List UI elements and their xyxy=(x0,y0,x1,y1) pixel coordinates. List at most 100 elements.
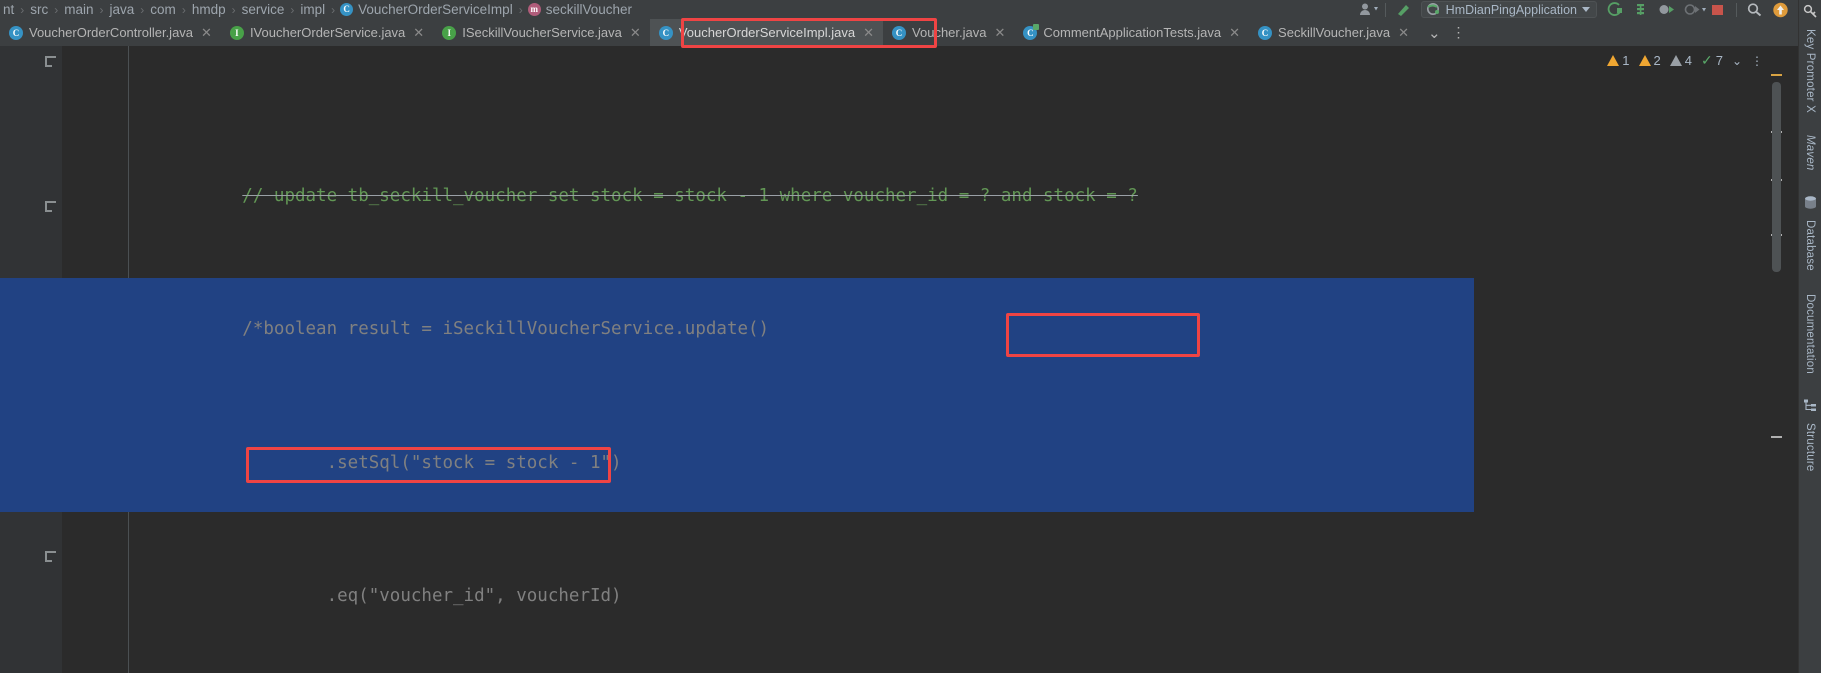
run-with-coverage-icon[interactable] xyxy=(1684,2,1706,17)
breadcrumb-item-5[interactable]: hmdp xyxy=(191,2,227,17)
close-icon[interactable]: ✕ xyxy=(413,25,424,41)
close-icon[interactable]: ✕ xyxy=(1229,25,1240,41)
interface-icon: I xyxy=(229,25,244,40)
key-promoter-icon[interactable] xyxy=(1803,4,1818,19)
chevron-down-icon[interactable]: ⌄ xyxy=(1428,24,1441,42)
toolbar-divider xyxy=(1384,2,1386,17)
breadcrumb-sep: › xyxy=(231,2,236,17)
editor-tab-Voucher[interactable]: C Voucher.java ✕ xyxy=(883,19,1015,46)
rerun-icon[interactable] xyxy=(1606,2,1623,17)
fold-marker-icon[interactable] xyxy=(45,201,56,212)
right-tool-window-bar: Key Promoter X Maven Database Documentat… xyxy=(1798,0,1821,673)
close-icon[interactable]: ✕ xyxy=(630,25,641,41)
breadcrumb-sep: › xyxy=(181,2,186,17)
close-icon[interactable]: ✕ xyxy=(201,25,212,41)
breadcrumb-item-3[interactable]: java xyxy=(109,2,136,17)
user-dropdown-icon[interactable] xyxy=(1359,2,1378,17)
code-line[interactable]: // update tb_seckill_voucher set stock =… xyxy=(62,146,1821,206)
weak-warning-count-label: 2 xyxy=(1653,53,1661,68)
close-icon[interactable]: ✕ xyxy=(994,25,1005,41)
breadcrumb-item-6[interactable]: service xyxy=(241,2,286,17)
inspection-widget[interactable]: 1 2 4 ✓ 7 ⌄ ⋮ xyxy=(1607,52,1763,69)
ok-count-label: 7 xyxy=(1715,53,1723,68)
close-icon[interactable]: ✕ xyxy=(863,25,874,41)
breadcrumb-item-7[interactable]: impl xyxy=(299,2,326,17)
code-line-text: .setSql("stock = stock - 1") xyxy=(242,452,622,473)
breadcrumb-item-8[interactable]: VoucherOrderServiceImpl xyxy=(357,2,514,17)
editor-tab-CommentApplicationTests[interactable]: C CommentApplicationTests.java ✕ xyxy=(1014,19,1250,46)
debug-icon[interactable] xyxy=(1658,2,1675,17)
tool-window-maven[interactable]: Maven xyxy=(1804,135,1816,171)
chevron-down-icon[interactable] xyxy=(1582,7,1590,12)
class-icon: C xyxy=(9,25,23,40)
breadcrumb-sep: › xyxy=(20,2,25,17)
breadcrumb-item-0[interactable]: nt xyxy=(2,2,15,17)
class-icon: C xyxy=(1258,25,1273,40)
method-icon: m xyxy=(527,3,541,16)
toolbar-divider xyxy=(1736,2,1737,17)
code-content[interactable]: // update tb_seckill_voucher set stock =… xyxy=(62,46,1821,673)
fold-marker-icon[interactable] xyxy=(45,56,56,67)
chevron-down-icon[interactable]: ⌄ xyxy=(1732,54,1742,68)
code-line[interactable]: /*boolean result = iSeckillVoucherServic… xyxy=(62,280,1821,339)
breadcrumb: nt › src › main › java › com › hmdp › se… xyxy=(0,2,633,17)
breadcrumb-sep: › xyxy=(518,2,523,17)
editor-tab-IVoucherOrderService[interactable]: I IVoucherOrderService.java ✕ xyxy=(220,19,434,46)
hammer-build-icon[interactable] xyxy=(1632,2,1649,17)
tab-label: VoucherOrderController.java xyxy=(29,25,194,40)
navigation-bar: nt › src › main › java › com › hmdp › se… xyxy=(0,0,1821,19)
editor-tab-ISeckillVoucherService[interactable]: I ISeckillVoucherService.java ✕ xyxy=(433,19,650,46)
spring-boot-icon xyxy=(1426,3,1439,15)
breadcrumb-item-9[interactable]: seckillVoucher xyxy=(545,2,633,17)
structure-icon[interactable] xyxy=(1803,398,1818,413)
run-configuration-selector[interactable]: HmDianPingApplication xyxy=(1420,1,1597,18)
test-class-icon: C xyxy=(1023,23,1040,40)
editor-tab-bar: C VoucherOrderController.java ✕ I IVouch… xyxy=(0,19,1821,46)
editor-tab-VoucherOrderServiceImpl[interactable]: C VoucherOrderServiceImpl.java ✕ xyxy=(649,19,884,46)
warning-count-label: 1 xyxy=(1622,53,1630,68)
code-line[interactable]: .eq("voucher_id", voucherId) xyxy=(62,547,1821,606)
class-icon: C xyxy=(340,3,354,16)
code-editor[interactable]: 1 2 4 ✓ 7 ⌄ ⋮ // update tb_seckill_vouch… xyxy=(0,46,1821,673)
warning-count[interactable]: 1 xyxy=(1607,53,1630,68)
tab-label: VoucherOrderServiceImpl.java xyxy=(678,25,856,40)
breadcrumb-sep: › xyxy=(140,2,145,17)
code-line[interactable]: .setSql("stock = stock - 1") xyxy=(62,413,1821,473)
tool-window-documentation[interactable]: Documentation xyxy=(1804,294,1816,374)
tab-label: IVoucherOrderService.java xyxy=(249,25,406,40)
tool-window-database[interactable]: Database xyxy=(1804,220,1816,271)
breadcrumb-sep: › xyxy=(54,2,59,17)
ide-window: nt › src › main › java › com › hmdp › se… xyxy=(0,0,1821,673)
ok-count[interactable]: ✓ 7 xyxy=(1701,52,1723,69)
grey-count-label: 4 xyxy=(1684,53,1692,68)
grey-triangle-icon xyxy=(1669,55,1682,66)
tab-overflow-actions: ⌄ ⋮ xyxy=(1418,19,1476,46)
fold-marker-icon[interactable] xyxy=(45,551,56,562)
more-vertical-icon[interactable]: ⋮ xyxy=(1751,54,1763,68)
class-icon: C xyxy=(892,25,907,40)
search-everywhere-icon[interactable] xyxy=(1746,2,1763,17)
hammer-build-icon[interactable] xyxy=(1395,2,1412,17)
weak-warning-count[interactable]: 2 xyxy=(1638,53,1661,68)
code-line-text: /*boolean result = iSeckillVoucherServic… xyxy=(242,319,770,340)
database-icon[interactable] xyxy=(1803,195,1818,210)
editor-tab-VoucherOrderController[interactable]: C VoucherOrderController.java ✕ xyxy=(0,19,221,46)
breadcrumb-item-2[interactable]: main xyxy=(63,2,94,17)
breadcrumb-item-4[interactable]: com xyxy=(149,2,177,17)
stop-icon[interactable] xyxy=(1710,2,1727,17)
tool-window-structure[interactable]: Structure xyxy=(1804,423,1816,471)
update-project-icon[interactable] xyxy=(1772,2,1789,18)
tab-label: Voucher.java xyxy=(912,25,987,40)
editor-tab-SeckillVoucher[interactable]: C SeckillVoucher.java ✕ xyxy=(1249,19,1418,46)
class-icon: C xyxy=(658,25,673,40)
grey-count[interactable]: 4 xyxy=(1669,53,1692,68)
close-icon[interactable]: ✕ xyxy=(1398,25,1409,41)
main-toolbar-right: HmDianPingApplication xyxy=(1359,0,1821,19)
breadcrumb-item-1[interactable]: src xyxy=(29,2,49,17)
tool-window-key-promoter-x[interactable]: Key Promoter X xyxy=(1804,29,1816,113)
more-vertical-icon[interactable]: ⋮ xyxy=(1452,24,1466,41)
breadcrumb-sep: › xyxy=(99,2,104,17)
warning-triangle-icon xyxy=(1638,55,1651,66)
tab-label: CommentApplicationTests.java xyxy=(1043,25,1222,40)
interface-icon: I xyxy=(442,25,457,40)
